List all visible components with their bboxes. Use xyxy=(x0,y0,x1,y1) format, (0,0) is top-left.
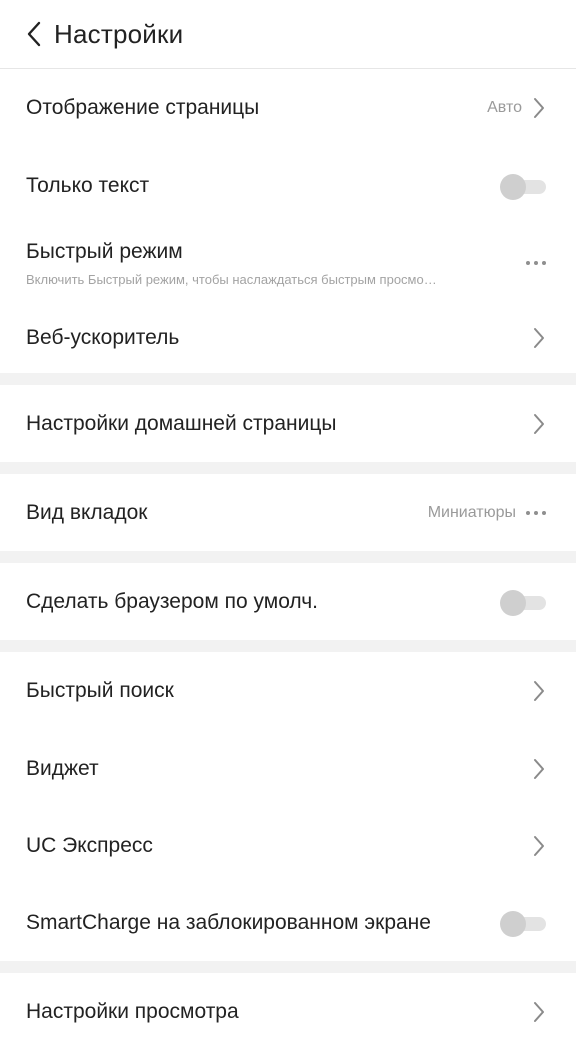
row-label: Настройки просмотра xyxy=(26,999,239,1023)
row-default-browser[interactable]: Сделать браузером по умолч. xyxy=(0,563,576,640)
row-text-only[interactable]: Только текст xyxy=(0,147,576,224)
text-only-toggle[interactable] xyxy=(500,173,546,200)
section-divider xyxy=(0,961,576,973)
row-label: Быстрый поиск xyxy=(26,679,174,702)
row-fast-mode[interactable]: Быстрый режим Включить Быстрый режим, чт… xyxy=(0,224,576,302)
page-title: Настройки xyxy=(54,18,184,49)
more-icon[interactable] xyxy=(526,261,546,265)
default-browser-toggle[interactable] xyxy=(500,589,546,616)
toggle-knob xyxy=(500,589,526,616)
row-label: SmartCharge на заблокированном экране xyxy=(26,910,431,934)
row-label: Отображение страницы xyxy=(26,96,260,119)
row-smartcharge[interactable]: SmartCharge на заблокированном экране xyxy=(0,884,576,961)
section-divider xyxy=(0,640,576,652)
row-page-display[interactable]: Отображение страницы Авто xyxy=(0,69,576,147)
toggle-knob xyxy=(500,910,526,937)
row-label: Только текст xyxy=(26,173,150,197)
back-button[interactable] xyxy=(0,0,58,68)
row-text-block: Быстрый режим Включить Быстрый режим, чт… xyxy=(26,240,506,287)
row-value: Миниатюры xyxy=(427,503,516,521)
row-tab-view[interactable]: Вид вкладок Миниатюры xyxy=(0,474,576,551)
more-icon[interactable] xyxy=(526,510,546,515)
top-bar: Настройки xyxy=(0,0,576,69)
chevron-right-icon xyxy=(534,681,544,701)
row-quick-search[interactable]: Быстрый поиск xyxy=(0,652,576,730)
toggle-knob xyxy=(500,173,526,200)
section-divider xyxy=(0,373,576,385)
chevron-right-icon xyxy=(534,1001,544,1022)
chevron-right-icon xyxy=(534,98,544,118)
row-label: Настройки домашней страницы xyxy=(26,411,337,435)
row-label: Виджет xyxy=(26,756,99,780)
section-divider xyxy=(0,551,576,563)
row-label: Вид вкладок xyxy=(26,500,148,524)
row-widget[interactable]: Виджет xyxy=(0,730,576,807)
chevron-right-icon xyxy=(534,758,544,779)
row-label: Быстрый режим xyxy=(26,239,183,263)
smartcharge-toggle[interactable] xyxy=(500,910,546,937)
row-uc-express[interactable]: UC Экспресс xyxy=(0,807,576,884)
row-browse-settings[interactable]: Настройки просмотра xyxy=(0,973,576,1050)
row-web-accelerator[interactable]: Веб-ускоритель xyxy=(0,302,576,373)
section-divider xyxy=(0,462,576,474)
row-label: Веб-ускоритель xyxy=(26,325,180,349)
row-homepage-settings[interactable]: Настройки домашней страницы xyxy=(0,385,576,462)
chevron-right-icon xyxy=(534,327,544,348)
row-label: UC Экспресс xyxy=(26,833,153,857)
chevron-left-icon xyxy=(27,21,41,47)
row-label: Сделать браузером по умолч. xyxy=(26,589,318,613)
row-subtitle: Включить Быстрый режим, чтобы наслаждать… xyxy=(26,271,437,287)
row-value: Авто xyxy=(487,99,522,116)
chevron-right-icon xyxy=(534,413,544,434)
chevron-right-icon xyxy=(534,835,544,856)
